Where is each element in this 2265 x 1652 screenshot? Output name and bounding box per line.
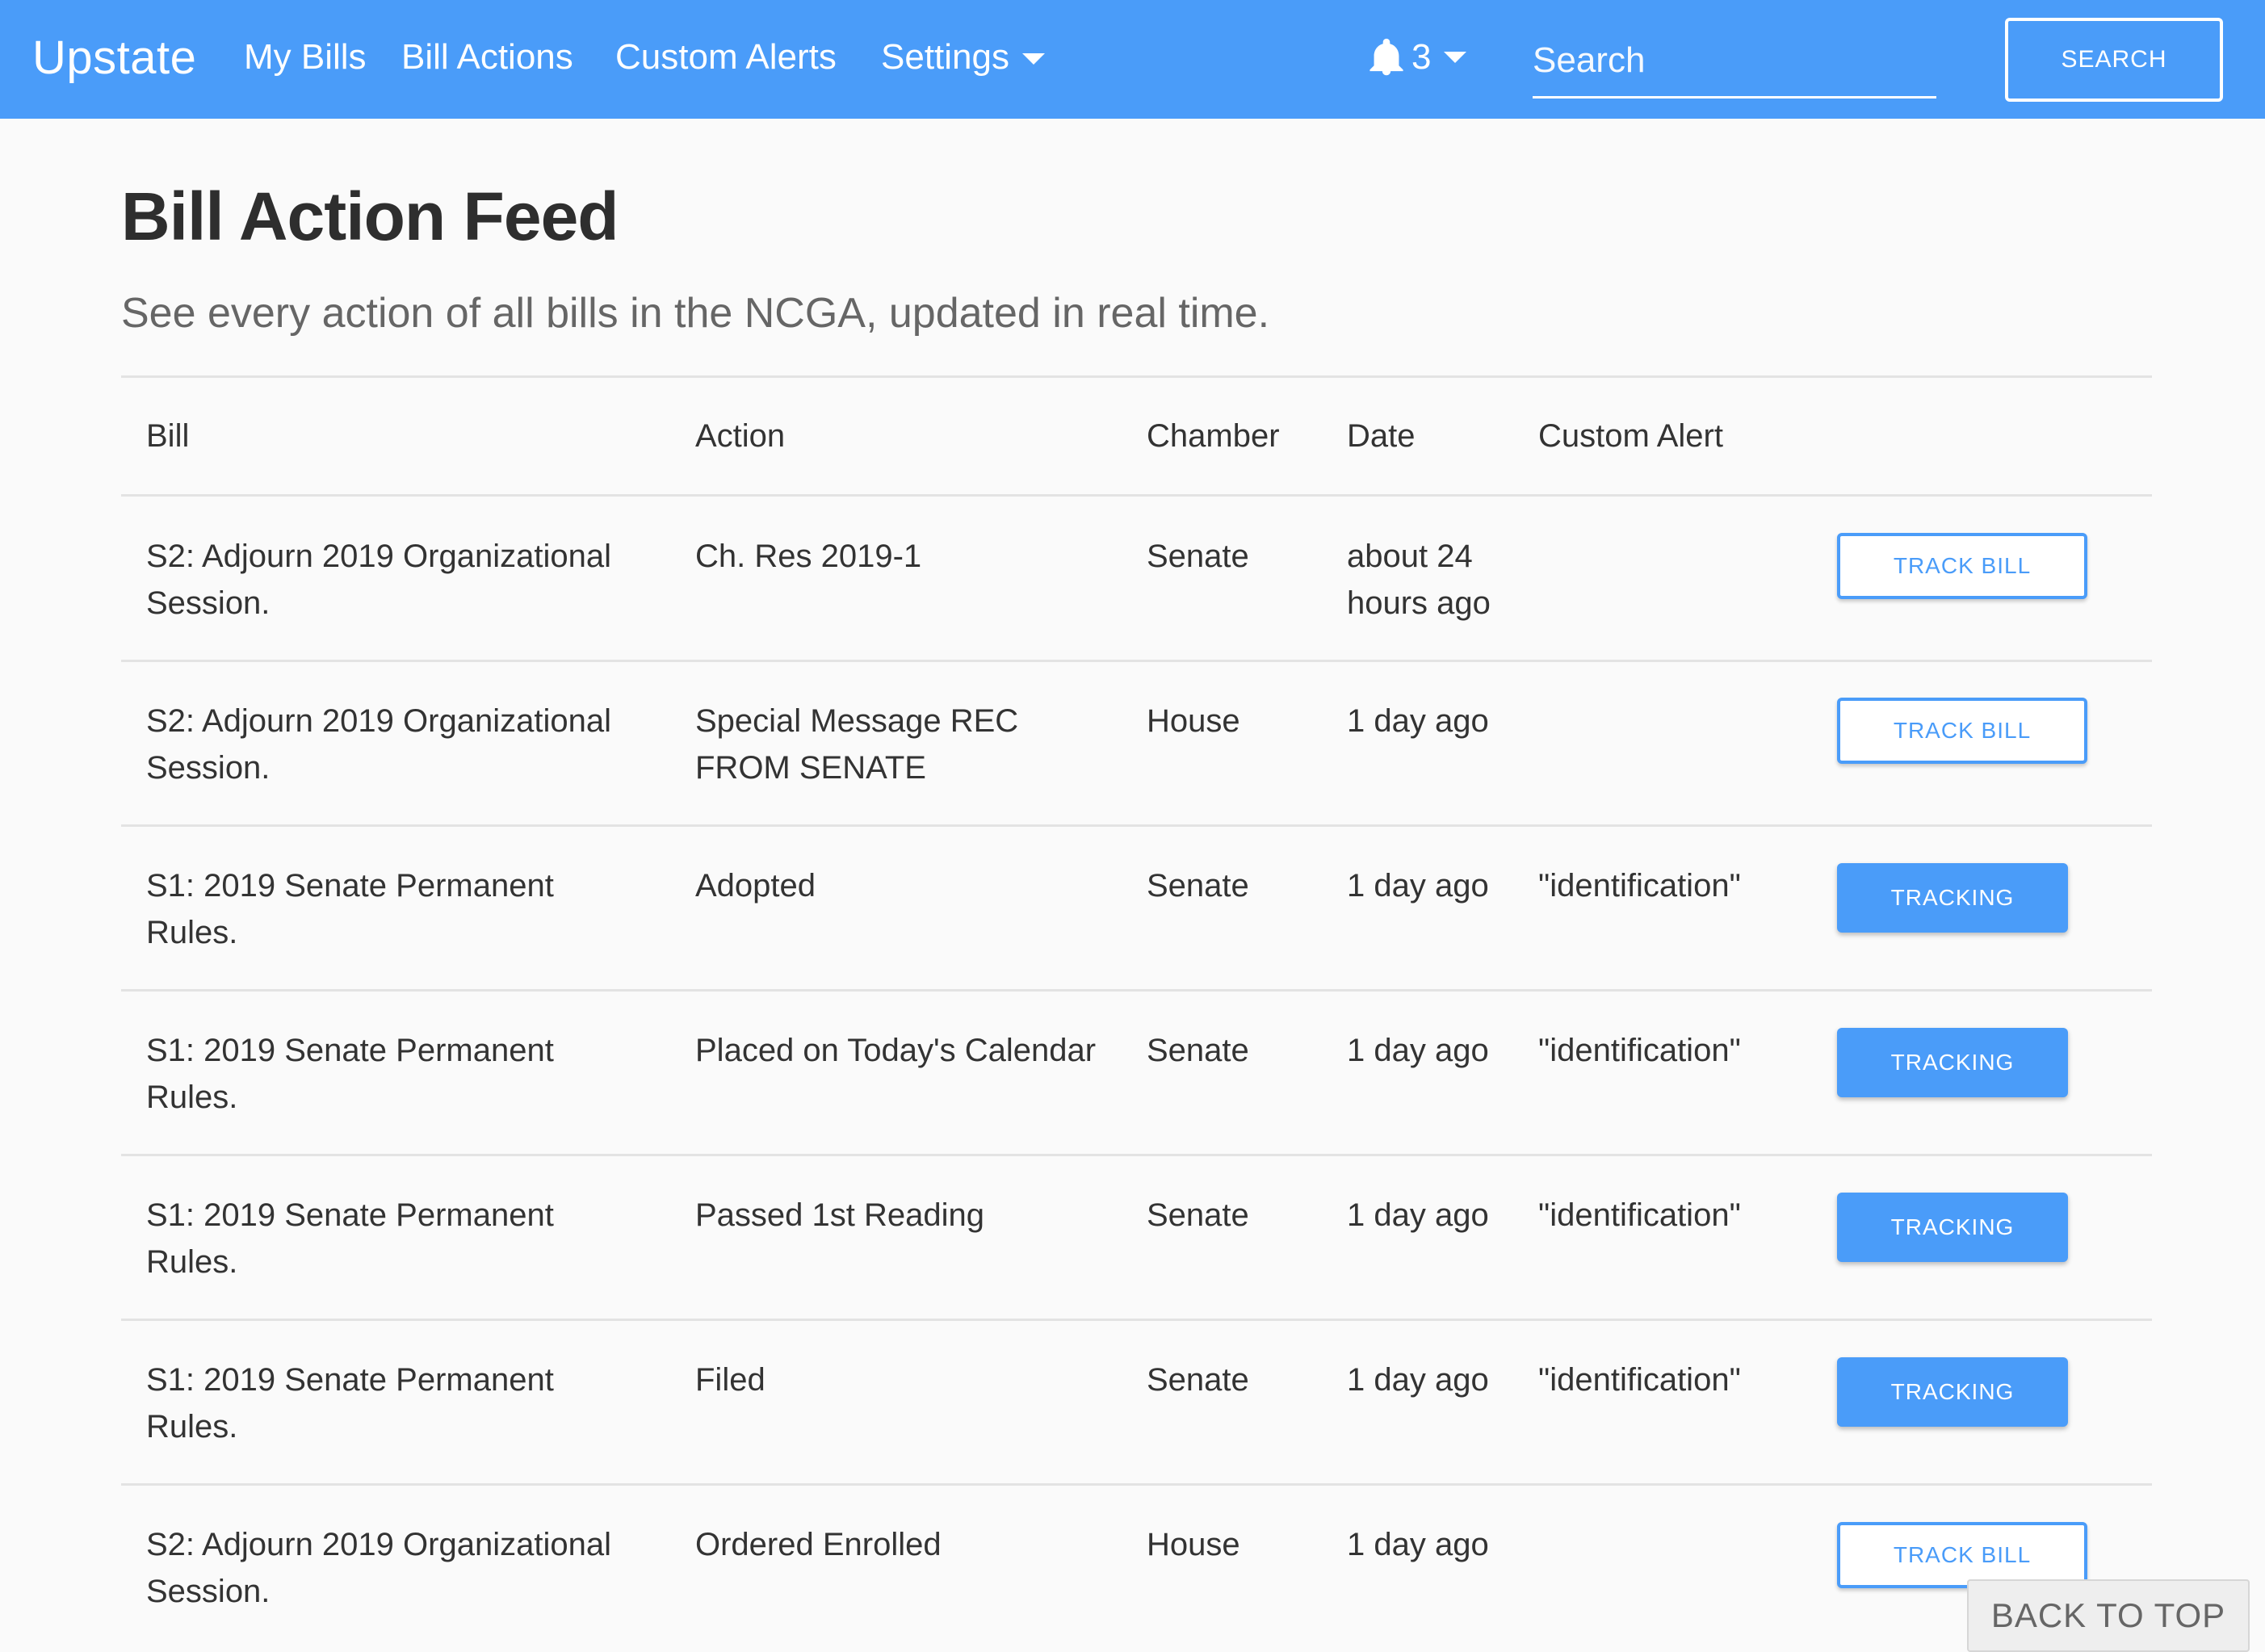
divider [121, 494, 2152, 497]
divider [121, 660, 2152, 662]
chamber: Senate [1147, 1033, 1249, 1068]
divider [121, 1483, 2152, 1486]
custom-alert: "identification" [1538, 1033, 1741, 1068]
action-text: Filed [695, 1362, 765, 1398]
divider [121, 1319, 2152, 1321]
bill-name[interactable]: S1: 2019 Senate Permanent Rules. [146, 1356, 554, 1450]
chamber: Senate [1147, 868, 1249, 904]
column-header-bill: Bill [146, 418, 190, 454]
chamber: House [1147, 703, 1240, 739]
back-to-top-button[interactable]: BACK TO TOP [1967, 1579, 2250, 1652]
track-bill-button[interactable]: TRACK BILL [1837, 698, 2087, 764]
bill-name[interactable]: S2: Adjourn 2019 Organizational Session. [146, 1521, 611, 1615]
column-header-custom-alert: Custom Alert [1538, 418, 1723, 454]
search-button[interactable]: SEARCH [2005, 18, 2223, 102]
column-header-date: Date [1347, 418, 1416, 454]
date: 1 day ago [1347, 1527, 1489, 1562]
nav-my-bills[interactable]: My Bills [244, 37, 367, 78]
tracking-button[interactable]: TRACKING [1837, 1193, 2068, 1262]
date: 1 day ago [1347, 1362, 1489, 1398]
bill-name[interactable]: S1: 2019 Senate Permanent Rules. [146, 1027, 554, 1121]
date: 1 day ago [1347, 868, 1489, 904]
action-text: Special Message REC FROM SENATE [695, 703, 1019, 786]
chamber: Senate [1147, 1362, 1249, 1398]
chamber: Senate [1147, 1197, 1249, 1233]
action-text: Ordered Enrolled [695, 1527, 942, 1562]
bill-name[interactable]: S2: Adjourn 2019 Organizational Session. [146, 698, 611, 791]
action-text: Ch. Res 2019-1 [695, 539, 922, 574]
notifications-dropdown[interactable]: 3 [1369, 37, 1467, 78]
divider [121, 989, 2152, 992]
track-bill-button[interactable]: TRACK BILL [1837, 1522, 2087, 1588]
divider [121, 824, 2152, 827]
date: about 24 hours ago [1347, 539, 1491, 621]
caret-down-icon [1021, 53, 1045, 65]
notification-count: 3 [1411, 37, 1432, 77]
brand-logo[interactable]: Upstate [32, 31, 196, 85]
divider [121, 1154, 2152, 1156]
custom-alert: "identification" [1538, 1197, 1741, 1233]
track-bill-button[interactable]: TRACK BILL [1837, 533, 2087, 599]
caret-down-icon [1444, 52, 1467, 63]
custom-alert: "identification" [1538, 1362, 1741, 1398]
bill-name[interactable]: S1: 2019 Senate Permanent Rules. [146, 1192, 554, 1285]
page-title: Bill Action Feed [121, 178, 619, 254]
tracking-button[interactable]: TRACKING [1837, 863, 2068, 933]
navbar: Upstate My Bills Bill Actions Custom Ale… [0, 0, 2265, 119]
bill-name[interactable]: S1: 2019 Senate Permanent Rules. [146, 862, 554, 956]
action-text: Placed on Today's Calendar [695, 1033, 1097, 1068]
nav-settings-label: Settings [881, 37, 1009, 77]
date: 1 day ago [1347, 1197, 1489, 1233]
nav-bill-actions[interactable]: Bill Actions [401, 37, 573, 78]
nav-settings-dropdown[interactable]: Settings [881, 37, 1045, 78]
custom-alert: "identification" [1538, 868, 1741, 904]
column-header-action: Action [695, 418, 786, 454]
divider [121, 375, 2152, 378]
page-subtitle: See every action of all bills in the NCG… [121, 290, 1270, 337]
column-header-chamber: Chamber [1147, 418, 1280, 454]
chamber: Senate [1147, 539, 1249, 574]
nav-custom-alerts[interactable]: Custom Alerts [615, 37, 837, 78]
bill-name[interactable]: S2: Adjourn 2019 Organizational Session. [146, 533, 611, 627]
date: 1 day ago [1347, 703, 1489, 739]
bell-icon [1369, 38, 1403, 76]
chamber: House [1147, 1527, 1240, 1562]
tracking-button[interactable]: TRACKING [1837, 1028, 2068, 1097]
search-input[interactable] [1533, 24, 1936, 99]
date: 1 day ago [1347, 1033, 1489, 1068]
action-text: Passed 1st Reading [695, 1197, 985, 1233]
tracking-button[interactable]: TRACKING [1837, 1357, 2068, 1427]
action-text: Adopted [695, 868, 816, 904]
